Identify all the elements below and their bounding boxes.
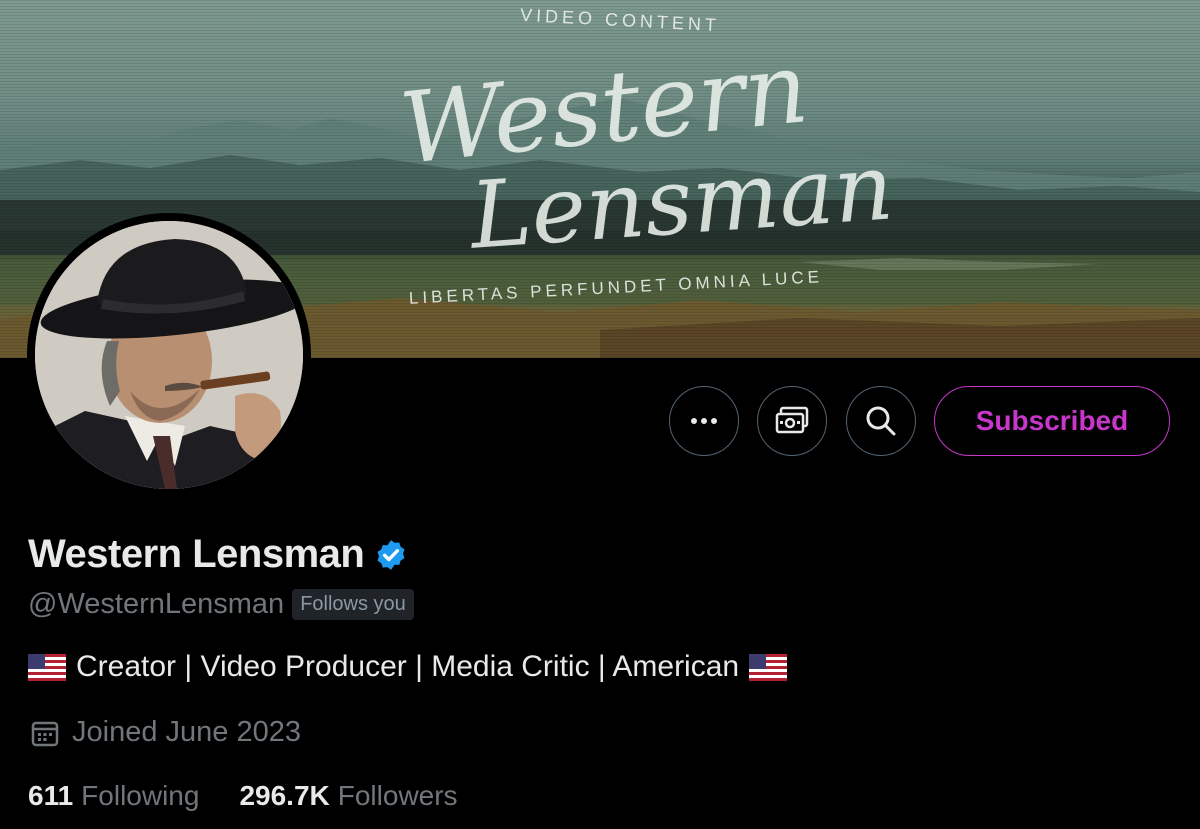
more-button[interactable] (669, 386, 739, 456)
verified-badge-icon[interactable] (374, 538, 408, 572)
bio: Creator | Video Producer | Media Critic … (28, 650, 788, 684)
more-icon (691, 418, 717, 424)
calendar-icon (31, 721, 59, 746)
us-flag-icon (749, 653, 788, 681)
handle-row: @WesternLensman Follows you (28, 588, 414, 621)
following-count: 611 (28, 780, 74, 811)
following-link[interactable]: 611 Following (28, 780, 199, 812)
tip-money-icon (775, 406, 809, 434)
subscribed-button[interactable]: Subscribed (934, 386, 1170, 456)
joined-text: Joined June 2023 (72, 716, 301, 748)
joined-date: Joined June 2023 (30, 716, 301, 749)
followers-link[interactable]: 296.7K Followers (239, 780, 457, 812)
avatar[interactable] (27, 213, 311, 497)
handle: @WesternLensman (28, 588, 285, 620)
search-icon (866, 406, 896, 436)
us-flag-icon (28, 653, 66, 681)
tip-button[interactable] (757, 386, 827, 456)
followers-count: 296.7K (239, 780, 330, 811)
following-label: Following (81, 780, 200, 811)
follows-you-badge: Follows you (292, 589, 414, 620)
avatar-photo (35, 221, 303, 489)
follow-stats: 611 Following 296.7K Followers (28, 780, 498, 812)
name-row: Western Lensman (28, 532, 408, 577)
search-button[interactable] (846, 386, 916, 456)
followers-label: Followers (337, 780, 458, 811)
bio-text: Creator | Video Producer | Media Critic … (76, 650, 740, 683)
display-name: Western Lensman (28, 532, 365, 576)
